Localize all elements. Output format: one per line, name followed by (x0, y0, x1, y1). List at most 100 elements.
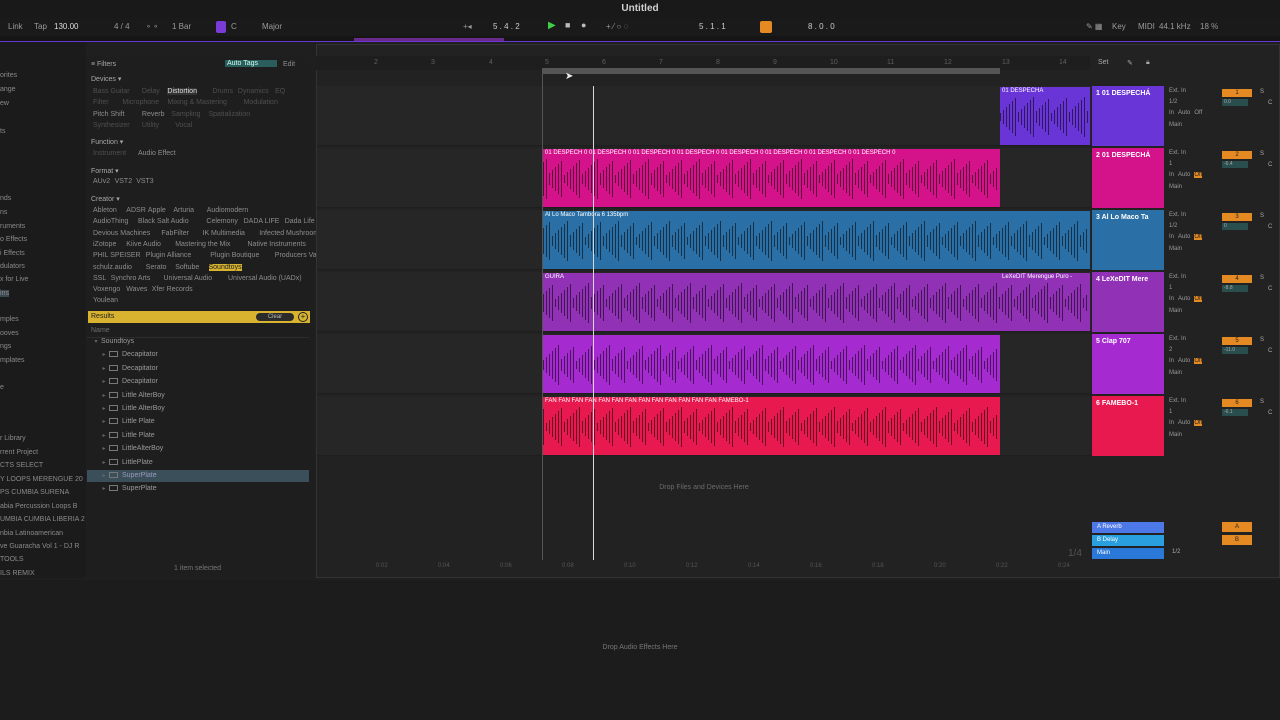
io-out[interactable]: Main (1169, 308, 1182, 314)
pencil-icon[interactable]: ✎ (1127, 59, 1133, 67)
creator-header[interactable]: Creator ▾ (91, 195, 120, 203)
tree-item[interactable]: ▸ Decapitator (87, 349, 309, 361)
monitor-off[interactable]: Off (1194, 172, 1203, 178)
filter-chip[interactable]: Filter (93, 99, 109, 106)
places-item[interactable]: mples (0, 316, 19, 323)
stop-icon[interactable]: ■ (565, 20, 570, 30)
places-item[interactable]: TOOLS (0, 556, 24, 563)
volume-field[interactable]: -8.8 (1222, 285, 1248, 292)
auto-tags-toggle[interactable]: Auto Tags (225, 60, 277, 67)
filter-chip[interactable]: schulz.audio (93, 264, 132, 271)
add-filter-icon[interactable]: + (298, 312, 308, 322)
solo-button[interactable]: S (1260, 89, 1264, 95)
monitor-off[interactable]: Off (1194, 296, 1203, 302)
places-item[interactable]: abia Percussion Loops B (0, 503, 77, 510)
filter-chip[interactable]: Devious Machines (93, 230, 150, 237)
filter-chip[interactable]: Audio Effect (138, 150, 176, 157)
monitor-in[interactable]: In (1169, 110, 1174, 116)
filter-chip[interactable]: Synthesizer (93, 122, 130, 129)
monitor-switch[interactable]: In Auto Off (1169, 358, 1206, 364)
filter-chip[interactable]: IK Multimedia (203, 230, 245, 237)
midi-map-label[interactable]: MIDI (1138, 22, 1155, 31)
volume-field[interactable]: -6.1 (1222, 409, 1248, 416)
filter-chip[interactable]: Plugin Alliance (146, 252, 192, 259)
io-input[interactable]: Ext. In (1169, 212, 1186, 218)
filter-chip[interactable]: Bass Guitar (93, 88, 130, 95)
io-input[interactable]: Ext. In (1169, 150, 1186, 156)
monitor-switch[interactable]: In Auto Off (1169, 172, 1206, 178)
chevron-icon[interactable]: ▸ (99, 430, 109, 442)
tap-button[interactable]: Tap (34, 22, 47, 31)
monitor-switch[interactable]: In Auto Off (1169, 110, 1206, 116)
filter-chip[interactable]: Mixing & Mastering (167, 99, 227, 106)
chevron-icon[interactable]: ▸ (99, 483, 109, 495)
track-header[interactable]: 2 01 DESPECHÁ (1092, 148, 1164, 208)
filter-chip[interactable]: AudioThing (93, 218, 128, 225)
monitor-switch[interactable]: In Auto Off (1169, 296, 1206, 302)
tree-item[interactable]: ▸ Little AlterBoy (87, 403, 309, 415)
chevron-icon[interactable]: ▸ (99, 443, 109, 455)
places-item[interactable]: ruments (0, 223, 25, 230)
loop-length[interactable]: 8 . 0 . 0 (808, 22, 835, 31)
filter-chip[interactable]: Modulation (244, 99, 278, 106)
filter-chip[interactable]: Waves (126, 286, 147, 293)
filter-chip[interactable]: SSL (93, 275, 106, 282)
pan-mode[interactable]: C (1268, 100, 1272, 106)
places-item[interactable]: rrent Project (0, 449, 38, 456)
monitor-in[interactable]: In (1169, 172, 1174, 178)
tree-item[interactable]: ▸ SuperPlate (87, 483, 309, 495)
chevron-icon[interactable]: ▸ (99, 416, 109, 428)
draw-icon[interactable]: ✎ ▦ (1086, 22, 1102, 31)
volume-field[interactable]: -6.4 (1222, 161, 1248, 168)
places-item[interactable]: CTS SELECT (0, 462, 43, 469)
filter-chip[interactable]: Celemony (206, 218, 238, 225)
tree-item[interactable]: ▸ Decapitator (87, 376, 309, 388)
volume-field[interactable]: 0 (1222, 223, 1248, 230)
solo-button[interactable]: S (1260, 213, 1264, 219)
volume-field[interactable]: -11.0 (1222, 347, 1248, 354)
filter-chip[interactable]: Delay (142, 88, 160, 95)
places-item[interactable]: ins (0, 290, 9, 297)
places-item[interactable]: i Effects (0, 250, 25, 257)
pan-mode[interactable]: C (1268, 410, 1272, 416)
filter-chip[interactable]: VST3 (136, 178, 154, 185)
chevron-icon[interactable]: ▸ (99, 349, 109, 361)
song-position[interactable]: 5 . 4 . 2 (493, 22, 520, 31)
filter-chip[interactable]: ADSR (126, 207, 145, 214)
solo-button[interactable]: S (1260, 337, 1264, 343)
filter-chip[interactable]: Youlean (93, 297, 118, 304)
monitor-off[interactable]: Off (1194, 420, 1203, 426)
track-header[interactable]: 1 01 DESPECHÁ (1092, 86, 1164, 146)
monitor-off[interactable]: Off (1194, 110, 1202, 116)
io-ch[interactable]: 1/2 (1169, 99, 1177, 105)
filter-chip[interactable]: Vocal (175, 122, 192, 129)
volume-field[interactable]: 0.0 (1222, 99, 1248, 106)
filter-chip[interactable]: Arturia (173, 207, 194, 214)
filter-chip[interactable]: Plugin Boutique (210, 252, 259, 259)
record-icon[interactable]: ● (581, 20, 586, 30)
monitor-in[interactable]: In (1169, 420, 1174, 426)
places-item[interactable]: nbia Latinoamerican (0, 530, 63, 537)
io-out[interactable]: Main (1169, 184, 1182, 190)
chevron-icon[interactable]: ▸ (99, 403, 109, 415)
filter-chip[interactable]: Serato (146, 264, 167, 271)
track-activator[interactable]: 6 (1222, 399, 1252, 407)
tree-item[interactable]: ▸ SuperPlate (87, 470, 309, 482)
track-activator[interactable]: 3 (1222, 213, 1252, 221)
filter-chip[interactable]: Instrument (93, 150, 126, 157)
places-item[interactable]: ts (0, 128, 5, 135)
filter-chip[interactable]: Ableton (93, 207, 117, 214)
monitor-in[interactable]: In (1169, 234, 1174, 240)
io-input[interactable]: Ext. In (1169, 398, 1186, 404)
filter-chip[interactable]: Universal Audio (UADx) (228, 275, 302, 282)
filter-chip[interactable]: Microphone (122, 99, 159, 106)
filter-chip[interactable]: Native Instruments (248, 241, 306, 248)
io-ch[interactable]: 1 (1169, 161, 1172, 167)
tree-item[interactable]: ▸ Decapitator (87, 363, 309, 375)
monitor-auto[interactable]: Auto (1178, 358, 1190, 364)
filter-chip[interactable]: Kiive Audio (126, 241, 161, 248)
pan-mode[interactable]: C (1268, 224, 1272, 230)
filter-chip[interactable]: Distortion (167, 88, 197, 95)
chevron-icon[interactable]: ▸ (99, 363, 109, 375)
overdub-icon[interactable]: + ⁄ ○ ◌ (606, 22, 628, 31)
